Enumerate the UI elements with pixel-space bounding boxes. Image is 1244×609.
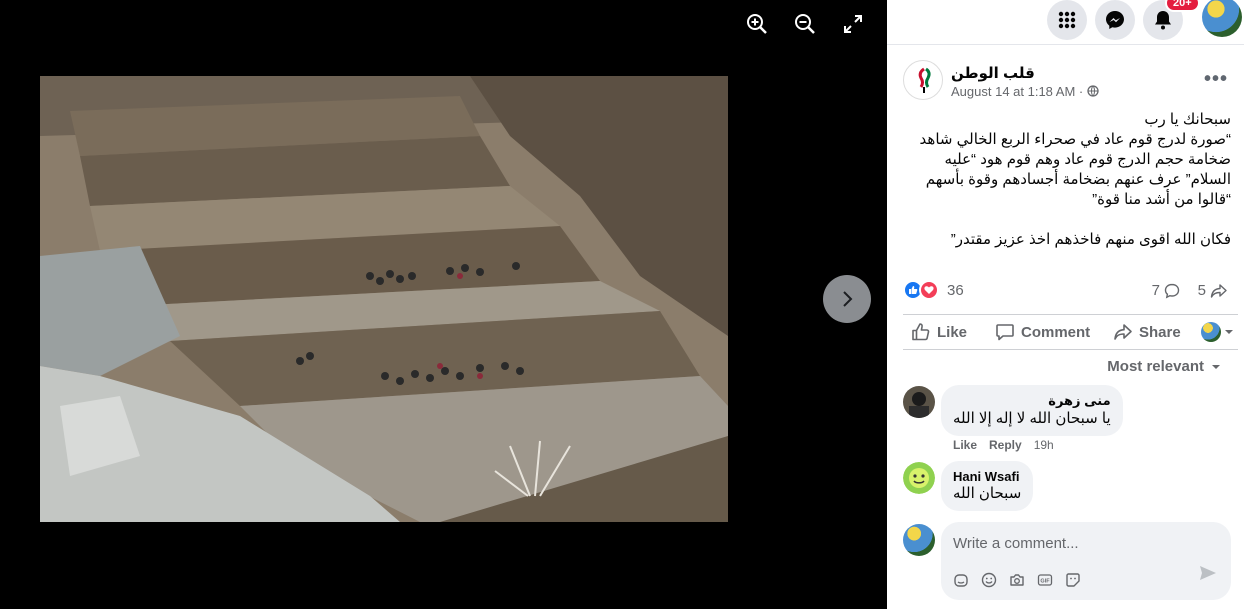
emoji-icon bbox=[981, 572, 997, 588]
photo-button[interactable] bbox=[1009, 572, 1025, 588]
post-line: “صورة لدرج قوم عاد في صحراء الربع الخالي… bbox=[919, 131, 1231, 148]
avatar-sticker-icon bbox=[954, 574, 968, 587]
comment-count-value: 7 bbox=[1151, 282, 1160, 299]
current-user-avatar[interactable] bbox=[903, 524, 935, 556]
comment-bubble: منى زهرة يا سبحان الله لا إله إلا الله bbox=[941, 385, 1123, 436]
comment-button[interactable]: Comment bbox=[995, 316, 1090, 348]
zoom-out-icon bbox=[795, 14, 815, 34]
post-line: فكان الله اقوى منهم فاخذهم اخذ عزيز مقتد… bbox=[950, 231, 1231, 248]
comment-label: Comment bbox=[1021, 323, 1091, 341]
svg-text:GIF: GIF bbox=[1040, 579, 1050, 585]
comment-bubble: Hani Wsafi سبحان الله bbox=[941, 461, 1034, 511]
post-actions: Like Comment Share bbox=[903, 314, 1238, 350]
bell-icon bbox=[1155, 11, 1171, 30]
gif-button[interactable]: GIF bbox=[1037, 572, 1053, 588]
share-count[interactable]: 5 bbox=[1198, 282, 1228, 299]
globe-icon bbox=[1087, 85, 1099, 97]
viewer-toolbar bbox=[739, 10, 871, 38]
gif-icon: GIF bbox=[1037, 574, 1053, 586]
reaction-icons[interactable] bbox=[903, 280, 939, 300]
avatar-sticker-button[interactable] bbox=[953, 572, 969, 588]
reaction-as-selector[interactable] bbox=[1201, 322, 1234, 342]
fullscreen-icon bbox=[844, 15, 862, 33]
send-comment-button[interactable] bbox=[1199, 565, 1217, 586]
share-label: Share bbox=[1139, 323, 1181, 341]
comment-composer: GIF bbox=[903, 522, 1231, 600]
post-photo[interactable] bbox=[40, 76, 728, 522]
comment-like-link[interactable]: Like bbox=[953, 438, 977, 452]
like-button[interactable]: Like bbox=[911, 316, 967, 348]
caret-down-icon bbox=[1225, 330, 1233, 334]
notifications-button[interactable]: 20+ bbox=[1143, 0, 1200, 40]
stone-terraces-image bbox=[40, 76, 728, 522]
sticker-button[interactable] bbox=[1065, 572, 1081, 588]
post-panel: 20+ قلب الوطن August 14 at 1:18 AM · •••… bbox=[887, 0, 1244, 609]
comment-author[interactable]: منى زهرة bbox=[953, 393, 1110, 409]
post-line: “قالوا من أشد منا قوة” bbox=[1092, 191, 1231, 208]
photo-viewer bbox=[0, 0, 887, 609]
grid-menu-icon bbox=[1058, 11, 1076, 29]
post-header: قلب الوطن August 14 at 1:18 AM · ••• bbox=[903, 60, 1228, 104]
sort-label: Most relevant bbox=[1107, 358, 1204, 375]
share-arrow-icon bbox=[1210, 283, 1227, 298]
profile-mini-avatar bbox=[1201, 322, 1221, 342]
post-timestamp[interactable]: August 14 at 1:18 AM · bbox=[951, 84, 1099, 99]
composer-tools: GIF bbox=[953, 572, 1081, 588]
post-line: سبحانك يا رب bbox=[1144, 111, 1231, 128]
post-date-text: August 14 at 1:18 AM · bbox=[951, 84, 1087, 99]
comment-item: Hani Wsafi سبحان الله bbox=[903, 460, 1228, 516]
reactions-bar: 36 7 5 bbox=[903, 280, 1228, 302]
next-photo-button[interactable] bbox=[823, 275, 871, 323]
share-count-value: 5 bbox=[1197, 282, 1206, 299]
fullscreen-button[interactable] bbox=[835, 10, 871, 38]
page-name[interactable]: قلب الوطن bbox=[951, 64, 1035, 82]
send-icon bbox=[1200, 566, 1216, 580]
comment-author[interactable]: Hani Wsafi bbox=[953, 469, 1021, 484]
comment-bubble-icon bbox=[1164, 283, 1180, 298]
comment-item: منى زهرة يا سبحان الله لا إله إلا الله L… bbox=[903, 384, 1228, 460]
zoom-out-button[interactable] bbox=[787, 10, 823, 38]
comment-text: يا سبحان الله لا إله إلا الله bbox=[953, 410, 1111, 427]
post-line: السلام” عرف عنهم بضخامة أجسادهم وقوة بأس… bbox=[925, 171, 1231, 188]
comment-box: GIF bbox=[941, 522, 1231, 600]
share-button[interactable]: Share bbox=[1113, 316, 1181, 348]
comments-list: منى زهرة يا سبحان الله لا إله إلا الله L… bbox=[903, 384, 1228, 516]
comment-input[interactable] bbox=[953, 532, 1219, 554]
like-label: Like bbox=[937, 323, 968, 341]
comment-count[interactable]: 7 bbox=[1152, 282, 1180, 299]
page-logo-icon bbox=[918, 67, 931, 93]
comment-icon bbox=[996, 324, 1014, 341]
menu-button[interactable] bbox=[1047, 0, 1087, 40]
comment-reply-link[interactable]: Reply bbox=[989, 438, 1022, 452]
zoom-in-icon bbox=[747, 14, 767, 34]
post-line: ضخامة حجم الدرج قوم عاد وهم قوم هود “علي… bbox=[944, 151, 1231, 168]
zoom-in-button[interactable] bbox=[739, 10, 775, 38]
post-options-button[interactable]: ••• bbox=[1204, 68, 1228, 91]
chevron-right-icon bbox=[843, 291, 853, 307]
reaction-count[interactable]: 36 bbox=[947, 282, 964, 299]
comment-sort-dropdown[interactable]: Most relevant bbox=[1107, 358, 1222, 375]
camera-icon bbox=[1010, 574, 1024, 586]
commenter-avatar[interactable] bbox=[903, 386, 935, 418]
notification-badge: 20+ bbox=[1165, 0, 1200, 12]
comment-text: سبحان الله bbox=[953, 485, 1022, 502]
emoji-button[interactable] bbox=[981, 572, 997, 588]
commenter-avatar[interactable] bbox=[903, 462, 935, 494]
post-message: سبحانك يا رب “صورة لدرج قوم عاد في صحراء… bbox=[907, 110, 1231, 250]
comment-time[interactable]: 19h bbox=[1034, 438, 1054, 452]
comment-actions: Like Reply 19h bbox=[953, 438, 1054, 452]
top-bar: 20+ bbox=[887, 0, 1244, 45]
love-reaction-icon bbox=[919, 280, 939, 300]
page-avatar[interactable] bbox=[903, 60, 943, 100]
sticker-icon bbox=[1066, 573, 1080, 587]
share-icon bbox=[1114, 324, 1132, 340]
messenger-button[interactable] bbox=[1095, 0, 1135, 40]
thumbs-up-icon bbox=[912, 323, 930, 341]
caret-down-icon bbox=[1212, 364, 1220, 369]
account-avatar[interactable] bbox=[1202, 0, 1242, 37]
messenger-icon bbox=[1106, 11, 1124, 29]
